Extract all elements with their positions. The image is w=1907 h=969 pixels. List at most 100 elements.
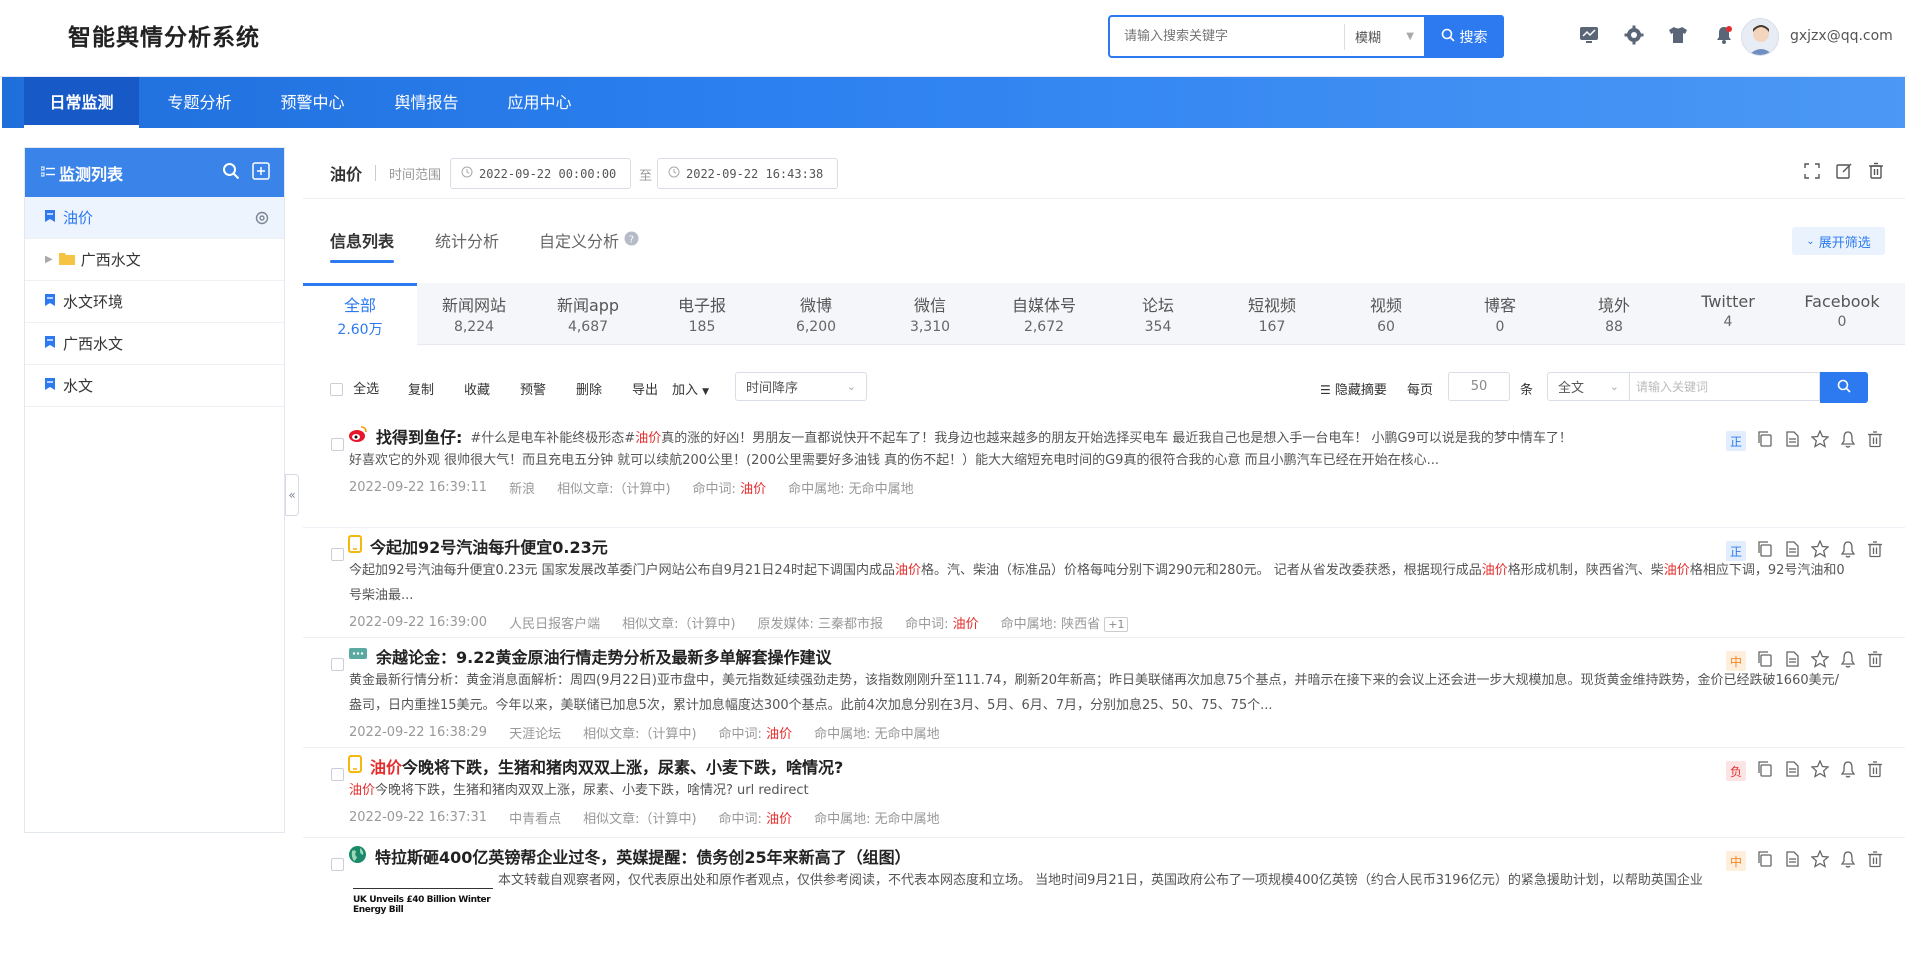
item-similar[interactable]: 相似文章:（计算中) xyxy=(622,613,735,632)
item-source[interactable]: 天涯论坛 xyxy=(509,723,561,742)
star-icon[interactable] xyxy=(1810,759,1830,782)
search-mode-select[interactable]: 模糊 ▼ xyxy=(1344,23,1424,50)
sidebar-item-hydrology[interactable]: 水文 xyxy=(25,365,284,407)
page-size-input[interactable]: 50 xyxy=(1448,372,1510,401)
nav-tab-topic-analysis[interactable]: 专题分析 xyxy=(142,77,257,128)
item-similar[interactable]: 相似文章:（计算中) xyxy=(583,808,696,827)
item-source[interactable]: 人民日报客户端 xyxy=(509,613,600,632)
item-similar[interactable]: 相似文章:（计算中) xyxy=(583,723,696,742)
shirt-icon[interactable] xyxy=(1667,24,1689,46)
sentiment-badge[interactable]: 中 xyxy=(1726,851,1746,871)
sidebar-collapse-handle[interactable]: « xyxy=(285,474,299,516)
trash-icon[interactable] xyxy=(1867,162,1885,184)
checkbox[interactable] xyxy=(330,383,343,396)
item-title[interactable]: 找得到鱼仔: #什么是电车补能终极形态#油价真的涨的好凶！男朋友一直都说快开不起… xyxy=(348,418,1845,448)
trash-icon[interactable] xyxy=(1867,850,1883,872)
source-tab[interactable]: 微博 6,200 xyxy=(759,283,873,345)
sentiment-badge[interactable]: 中 xyxy=(1726,651,1746,671)
copy-button[interactable]: 复制 xyxy=(408,379,434,398)
scope-select[interactable]: 全文 ⌄ xyxy=(1547,372,1630,401)
more-places-tag[interactable]: +1 xyxy=(1104,616,1129,632)
star-icon[interactable] xyxy=(1810,429,1830,452)
add-icon[interactable] xyxy=(252,162,270,184)
keyword-search-button[interactable] xyxy=(1820,372,1868,403)
star-icon[interactable] xyxy=(1810,649,1830,672)
user-email[interactable]: gxjzx@qq.com xyxy=(1790,28,1893,44)
document-icon[interactable] xyxy=(1784,541,1800,561)
sidebar-item-oil-price[interactable]: 油价 xyxy=(25,197,284,239)
nav-tab-reports[interactable]: 舆情报告 xyxy=(369,77,484,128)
join-dropdown[interactable]: 加入 ▼ xyxy=(672,379,709,398)
copy-icon[interactable] xyxy=(1757,651,1773,671)
gear-icon[interactable] xyxy=(1623,24,1645,46)
list-item[interactable]: 找得到鱼仔: #什么是电车补能终极形态#油价真的涨的好凶！男朋友一直都说快开不起… xyxy=(303,418,1905,528)
source-tab[interactable]: 新闻网站 8,224 xyxy=(417,283,531,345)
sentiment-badge[interactable]: 正 xyxy=(1726,541,1746,561)
avatar[interactable] xyxy=(1741,18,1779,56)
favorite-button[interactable]: 收藏 xyxy=(464,379,490,398)
source-tab[interactable]: 视频 60 xyxy=(1329,283,1443,345)
item-title[interactable]: 余越论金：9.22黄金原油行情走势分析及最新多单解套操作建议 xyxy=(348,638,1845,668)
hide-summary-button[interactable]: ☰ 隐藏摘要 xyxy=(1320,379,1387,398)
caret-right-icon[interactable]: ▶ xyxy=(45,254,53,265)
bell-icon[interactable] xyxy=(1840,850,1856,872)
copy-icon[interactable] xyxy=(1757,431,1773,451)
sentiment-badge[interactable]: 正 xyxy=(1726,431,1746,451)
sort-select[interactable]: 时间降序 ⌄ xyxy=(735,372,867,401)
star-icon[interactable] xyxy=(1810,539,1830,562)
item-source[interactable]: 新浪 xyxy=(509,478,535,497)
item-checkbox[interactable] xyxy=(331,438,344,451)
list-item[interactable]: 特拉斯砸400亿英镑帮企业过冬，英媒提醒：债务创25年来新高了（组图） 本文转载… xyxy=(303,838,1905,948)
search-input[interactable] xyxy=(1110,17,1344,56)
source-tab[interactable]: 自媒体号 2,672 xyxy=(987,283,1101,345)
copy-icon[interactable] xyxy=(1757,761,1773,781)
sidebar-item-guangxi-hydrology-folder[interactable]: ▶ 广西水文 xyxy=(25,239,284,281)
sentiment-badge[interactable]: 负 xyxy=(1726,761,1746,781)
list-item[interactable]: 今起加92号汽油每升便宜0.23元 今起加92号汽油每升便宜0.23元 国家发展… xyxy=(303,528,1905,638)
trash-icon[interactable] xyxy=(1867,430,1883,452)
source-tab[interactable]: 微信 3,310 xyxy=(873,283,987,345)
export-button[interactable]: 导出 xyxy=(632,379,658,398)
item-checkbox[interactable] xyxy=(331,768,344,781)
start-date-input[interactable]: 2022-09-22 00:00:00 xyxy=(450,158,631,189)
copy-icon[interactable] xyxy=(1757,851,1773,871)
expand-filter-button[interactable]: ⌄ 展开筛选 xyxy=(1792,227,1885,255)
tab-statistics[interactable]: 统计分析 xyxy=(435,228,499,252)
bell-icon[interactable] xyxy=(1840,430,1856,452)
delete-button[interactable]: 删除 xyxy=(576,379,602,398)
source-tab[interactable]: 境外 88 xyxy=(1557,283,1671,345)
source-tab[interactable]: 全部 2.60万 xyxy=(303,283,417,345)
document-icon[interactable] xyxy=(1784,851,1800,871)
item-title[interactable]: 特拉斯砸400亿英镑帮企业过冬，英媒提醒：债务创25年来新高了（组图） xyxy=(348,838,1845,868)
document-icon[interactable] xyxy=(1784,761,1800,781)
sidebar-item-guangxi-hydrology[interactable]: 广西水文 xyxy=(25,323,284,365)
item-source[interactable]: 中青看点 xyxy=(509,808,561,827)
search-button[interactable]: 搜索 xyxy=(1424,15,1504,58)
source-tab[interactable]: 电子报 185 xyxy=(645,283,759,345)
source-tab[interactable]: 博客 0 xyxy=(1443,283,1557,345)
end-date-input[interactable]: 2022-09-22 16:43:38 xyxy=(657,158,838,189)
select-all[interactable]: 全选 xyxy=(330,378,379,397)
tab-custom-analysis[interactable]: 自定义分析 xyxy=(539,228,619,252)
copy-icon[interactable] xyxy=(1757,541,1773,561)
trash-icon[interactable] xyxy=(1867,540,1883,562)
list-item[interactable]: 油价今晚将下跌，生猪和猪肉双双上涨，尿素、小麦下跌，啥情况? 油价今晚将下跌，生… xyxy=(303,748,1905,838)
nav-tab-daily-monitor[interactable]: 日常监测 xyxy=(24,77,139,128)
source-tab[interactable]: 新闻app 4,687 xyxy=(531,283,645,345)
item-checkbox[interactable] xyxy=(331,548,344,561)
source-tab[interactable]: 论坛 354 xyxy=(1101,283,1215,345)
warn-button[interactable]: 预警 xyxy=(520,379,546,398)
gear-icon[interactable] xyxy=(254,210,270,230)
trash-icon[interactable] xyxy=(1867,760,1883,782)
item-title[interactable]: 今起加92号汽油每升便宜0.23元 xyxy=(348,528,1845,558)
item-title[interactable]: 油价今晚将下跌，生猪和猪肉双双上涨，尿素、小麦下跌，啥情况? xyxy=(348,748,1845,778)
edit-icon[interactable] xyxy=(1835,162,1853,184)
bell-icon[interactable] xyxy=(1713,24,1735,46)
item-checkbox[interactable] xyxy=(331,858,344,871)
help-icon[interactable]: ? xyxy=(624,231,639,250)
search-icon[interactable] xyxy=(222,162,240,184)
nav-tab-alert-center[interactable]: 预警中心 xyxy=(255,77,370,128)
source-tab[interactable]: Twitter 4 xyxy=(1671,283,1785,345)
bell-icon[interactable] xyxy=(1840,760,1856,782)
bell-icon[interactable] xyxy=(1840,650,1856,672)
